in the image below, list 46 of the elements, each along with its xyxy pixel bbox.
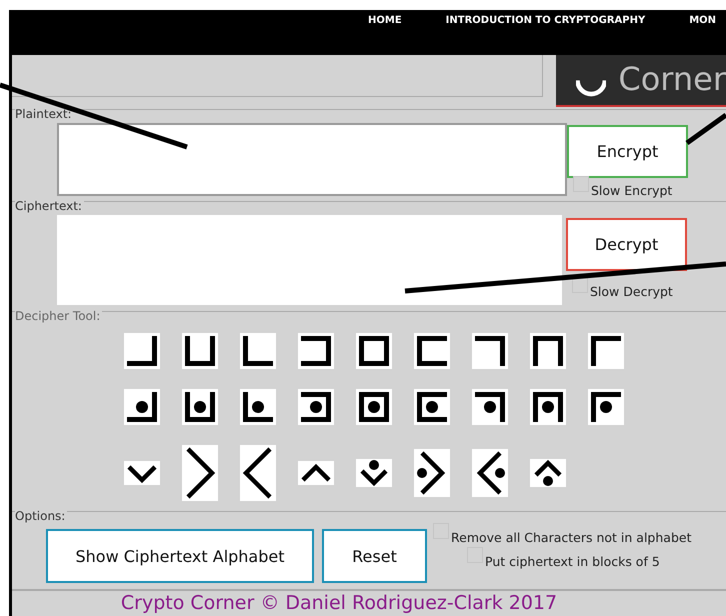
pigpen-symbol-icon[interactable] [356,459,392,487]
pigpen-symbol-icon[interactable] [588,333,624,369]
pigpen-symbol-icon[interactable] [414,389,450,425]
pigpen-symbol-icon[interactable] [414,449,450,497]
checkbox-label: Put ciphertext in blocks of 5 [485,554,660,568]
pigpen-symbol-icon[interactable] [298,461,334,485]
pigpen-symbol-icon[interactable] [124,461,160,485]
section-label: Ciphertext: [15,199,84,213]
nav-link[interactable]: INTRODUCTION TO CRYPTOGRAPHY [446,15,646,55]
pigpen-symbol-icon[interactable] [298,389,334,425]
pigpen-symbol-icon[interactable] [240,333,276,369]
pigpen-symbol-icon[interactable] [298,333,334,369]
checkbox-label: Slow Encrypt [591,182,672,198]
checkbox-label: Slow Decrypt [590,284,673,298]
pigpen-symbol-icon[interactable] [182,389,218,425]
section-label: Decipher Tool: [15,309,102,323]
pigpen-symbol-icon[interactable] [124,333,160,369]
footer-text: Crypto Corner © Daniel Rodriguez-Clark 2017 [12,589,726,614]
pigpen-symbol-icon[interactable] [472,333,508,369]
encrypt-button[interactable]: Encrypt [567,125,688,178]
plaintext-field[interactable] [57,123,567,196]
checkbox[interactable] [573,176,589,192]
pigpen-symbol-icon[interactable] [530,389,566,425]
pigpen-symbol-icon[interactable] [530,459,566,487]
pigpen-symbol-icon[interactable] [356,389,392,425]
section-label: Options: [15,509,68,523]
ciphertext-field[interactable] [57,215,562,305]
pigpen-symbol-icon[interactable] [472,449,508,497]
logo-text: Corner [618,63,726,95]
decrypt-button[interactable]: Decrypt [566,218,687,271]
site-logo[interactable]: Corner [556,55,726,107]
pigpen-symbol-icon[interactable] [124,389,160,425]
pigpen-symbol-icon[interactable] [182,333,218,369]
pigpen-symbol-icon[interactable] [414,333,450,369]
pigpen-symbol-icon[interactable] [530,333,566,369]
checkbox-label: Remove all Characters not in alphabet [451,530,692,544]
pigpen-symbol-icon[interactable] [356,333,392,369]
reset-button[interactable]: Reset [322,529,427,583]
pigpen-symbol-icon[interactable] [240,389,276,425]
pigpen-symbol-icon[interactable] [472,389,508,425]
show-alphabet-button[interactable]: Show Ciphertext Alphabet [46,529,314,583]
nav-link[interactable]: MON [689,15,716,55]
pigpen-symbol-icon[interactable] [182,445,218,501]
pigpen-symbol-icon[interactable] [240,445,276,501]
pigpen-symbol-icon[interactable] [588,389,624,425]
nav-link[interactable]: HOME [368,15,402,55]
